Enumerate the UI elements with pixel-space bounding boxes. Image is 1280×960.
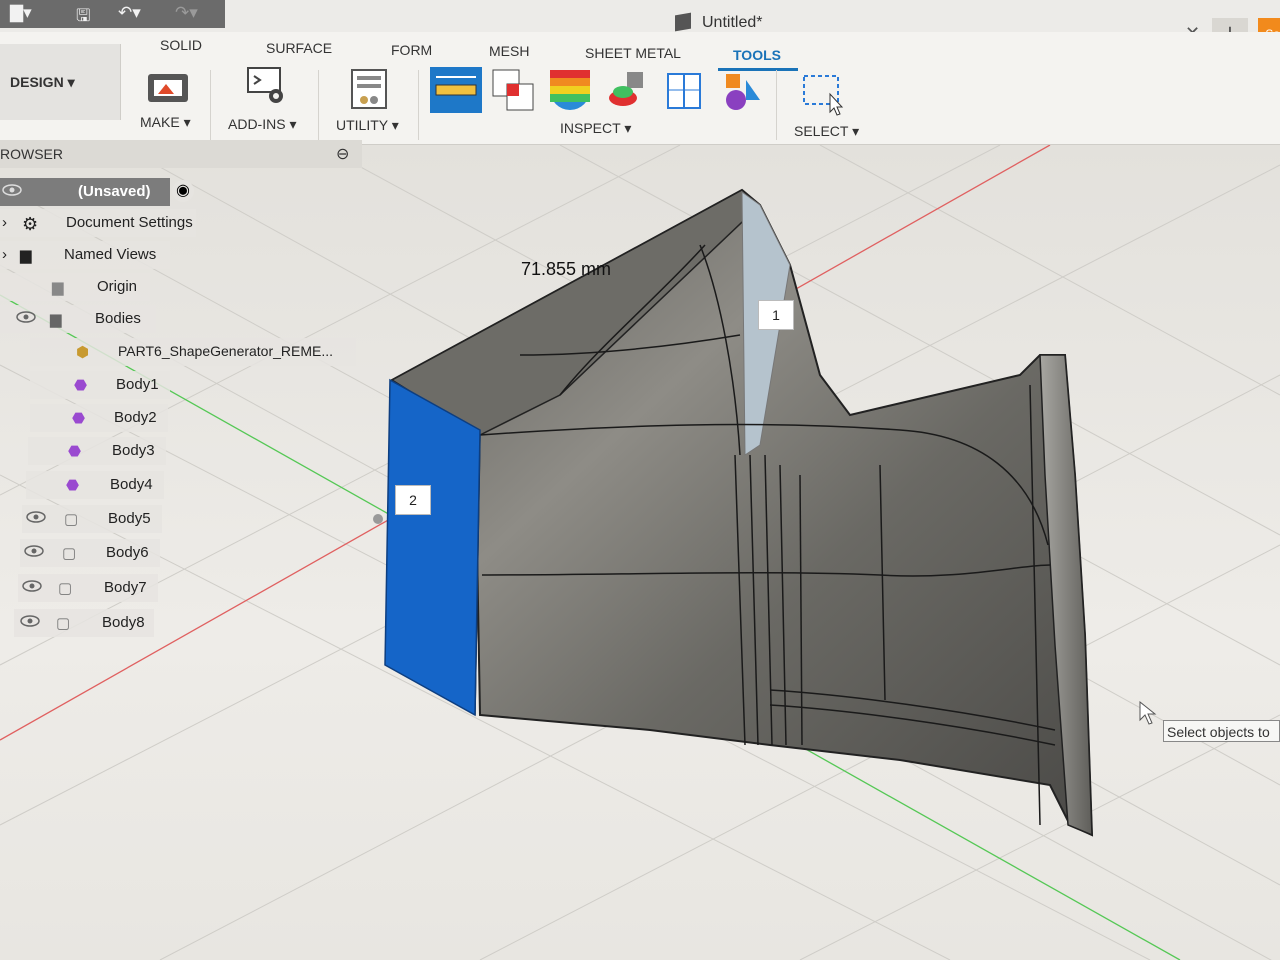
tree-label: Body5 (108, 510, 151, 527)
tree-item-body7[interactable]: ▢ Body7 (18, 574, 158, 602)
browser-header: ROWSER ⊖ (0, 140, 362, 168)
tree-label: Body4 (110, 476, 153, 493)
tree-label: Body1 (116, 376, 159, 393)
tree-label: Body3 (112, 442, 155, 459)
select-menu[interactable]: SELECT ▾ (794, 123, 859, 140)
tree-item-document-settings[interactable]: › ⚙ Document Settings (0, 209, 196, 237)
body-icon: ⬣ (68, 443, 82, 460)
component-color-icon[interactable] (718, 70, 762, 114)
visibility-eye-icon[interactable] (16, 311, 36, 323)
browser-title: ROWSER (0, 146, 63, 162)
file-icon[interactable]: ▇▾ (10, 3, 32, 23)
body-icon: ⬣ (74, 377, 88, 394)
body-icon: ⬣ (66, 477, 80, 494)
tree-item-body3[interactable]: ⬣ Body3 (28, 437, 166, 465)
redo-icon[interactable]: ↷▾ (175, 3, 198, 23)
folder-icon: ▆ (20, 247, 32, 264)
addins-menu[interactable]: ADD-INS ▾ (228, 116, 296, 133)
utility-icon[interactable] (350, 68, 390, 110)
workspace-label: DESIGN ▾ (10, 74, 75, 90)
measure-icon[interactable] (430, 67, 482, 113)
separator (776, 70, 777, 140)
document-icon (675, 12, 691, 32)
viewport-canvas[interactable]: 71.855 mm 1 2 Select objects to (0, 145, 1280, 960)
tree-label: Origin (97, 278, 138, 295)
selected-face[interactable] (384, 378, 481, 717)
3d-print-icon[interactable] (146, 68, 190, 104)
expand-arrow-icon[interactable]: › (2, 214, 7, 231)
tree-item-body4[interactable]: ⬣ Body4 (26, 471, 164, 499)
tree-label: Body2 (114, 409, 157, 426)
interference-icon[interactable] (491, 68, 535, 112)
tree-label: Body7 (104, 579, 147, 596)
visibility-eye-icon[interactable] (20, 615, 40, 627)
tab-solid[interactable]: SOLID (160, 37, 202, 53)
tree-item-shape-generator[interactable]: ⬢ PART6_ShapeGenerator_REME... (30, 338, 356, 366)
document-title: Untitled* (702, 14, 763, 31)
separator (210, 70, 211, 140)
collapse-icon[interactable]: ⊖ (336, 144, 349, 164)
tree-item-body5[interactable]: ▢ Body5 (22, 505, 162, 533)
tree-item-body6[interactable]: ▢ Body6 (20, 539, 160, 567)
tree-item-bodies[interactable]: ▆ Bodies (0, 305, 156, 333)
expand-arrow-icon[interactable]: › (2, 246, 7, 263)
tree-label: Bodies (95, 310, 141, 327)
model-view[interactable] (0, 145, 1280, 960)
tab-tools[interactable]: TOOLS (733, 47, 781, 63)
mesh-body-icon: ⬢ (76, 344, 90, 361)
folder-icon: ▆ (52, 279, 64, 296)
tree-item-body2[interactable]: ⬣ Body2 (30, 404, 168, 432)
body-icon: ▢ (64, 511, 79, 528)
tree-item-origin[interactable]: ▆ Origin (0, 273, 150, 301)
visibility-eye-icon[interactable] (2, 184, 22, 196)
tree-item-body1[interactable]: ⬣ Body1 (30, 371, 170, 399)
zebra-analysis-icon[interactable] (548, 68, 592, 112)
tab-form[interactable]: FORM (391, 42, 432, 58)
activate-radio-icon[interactable]: ◉ (172, 180, 194, 202)
folder-icon: ▆ (50, 311, 62, 328)
utility-menu[interactable]: UTILITY ▾ (336, 117, 399, 134)
body-icon: ▢ (58, 580, 73, 597)
dimension-label: 71.855 mm (521, 259, 612, 279)
tree-label: Named Views (64, 246, 157, 263)
make-menu[interactable]: MAKE ▾ (140, 114, 191, 131)
section-analysis-icon[interactable] (664, 70, 704, 114)
separator (418, 70, 419, 140)
select-window-icon[interactable] (800, 72, 846, 118)
inspect-menu[interactable]: INSPECT ▾ (560, 120, 631, 137)
workspace-switcher[interactable]: DESIGN ▾ (0, 44, 121, 120)
model-body[interactable] (373, 188, 1094, 837)
tree-label: Document Settings (66, 214, 193, 231)
tab-surface[interactable]: SURFACE (266, 40, 332, 56)
tree-root[interactable]: (Unsaved) (0, 178, 170, 206)
tree-label: (Unsaved) (78, 183, 151, 200)
tree-label: Body8 (102, 614, 145, 631)
separator (318, 70, 319, 140)
tab-sheet-metal[interactable]: SHEET METAL (585, 45, 681, 61)
undo-icon[interactable]: ↶▾ (118, 3, 141, 23)
tree-item-named-views[interactable]: › ▆ Named Views (0, 241, 170, 269)
tree-label: Body6 (106, 544, 149, 561)
mouse-cursor-icon (1139, 700, 1157, 725)
visibility-eye-icon[interactable] (24, 545, 44, 557)
body-icon: ⬣ (72, 410, 86, 427)
selection-marker-2[interactable]: 2 (395, 485, 431, 515)
selection-marker-1[interactable]: 1 (758, 300, 794, 330)
cursor-tooltip: Select objects to (1163, 720, 1280, 742)
tree-label: PART6_ShapeGenerator_REME... (118, 343, 334, 359)
save-icon[interactable]: 🖫 (76, 3, 90, 32)
quick-access-toolbar: ▇▾ 🖫 ↶▾ ↷▾ (0, 0, 225, 28)
gear-icon: ⚙ (22, 214, 39, 234)
origin-point[interactable] (373, 514, 383, 524)
visibility-eye-icon[interactable] (22, 580, 42, 592)
body-icon: ▢ (56, 615, 71, 632)
draft-analysis-icon[interactable] (605, 68, 649, 112)
scripts-addins-icon[interactable] (246, 66, 290, 106)
tab-mesh[interactable]: MESH (489, 43, 529, 59)
visibility-eye-icon[interactable] (26, 511, 46, 523)
body-icon: ▢ (62, 545, 77, 562)
tree-item-body8[interactable]: ▢ Body8 (14, 609, 154, 637)
